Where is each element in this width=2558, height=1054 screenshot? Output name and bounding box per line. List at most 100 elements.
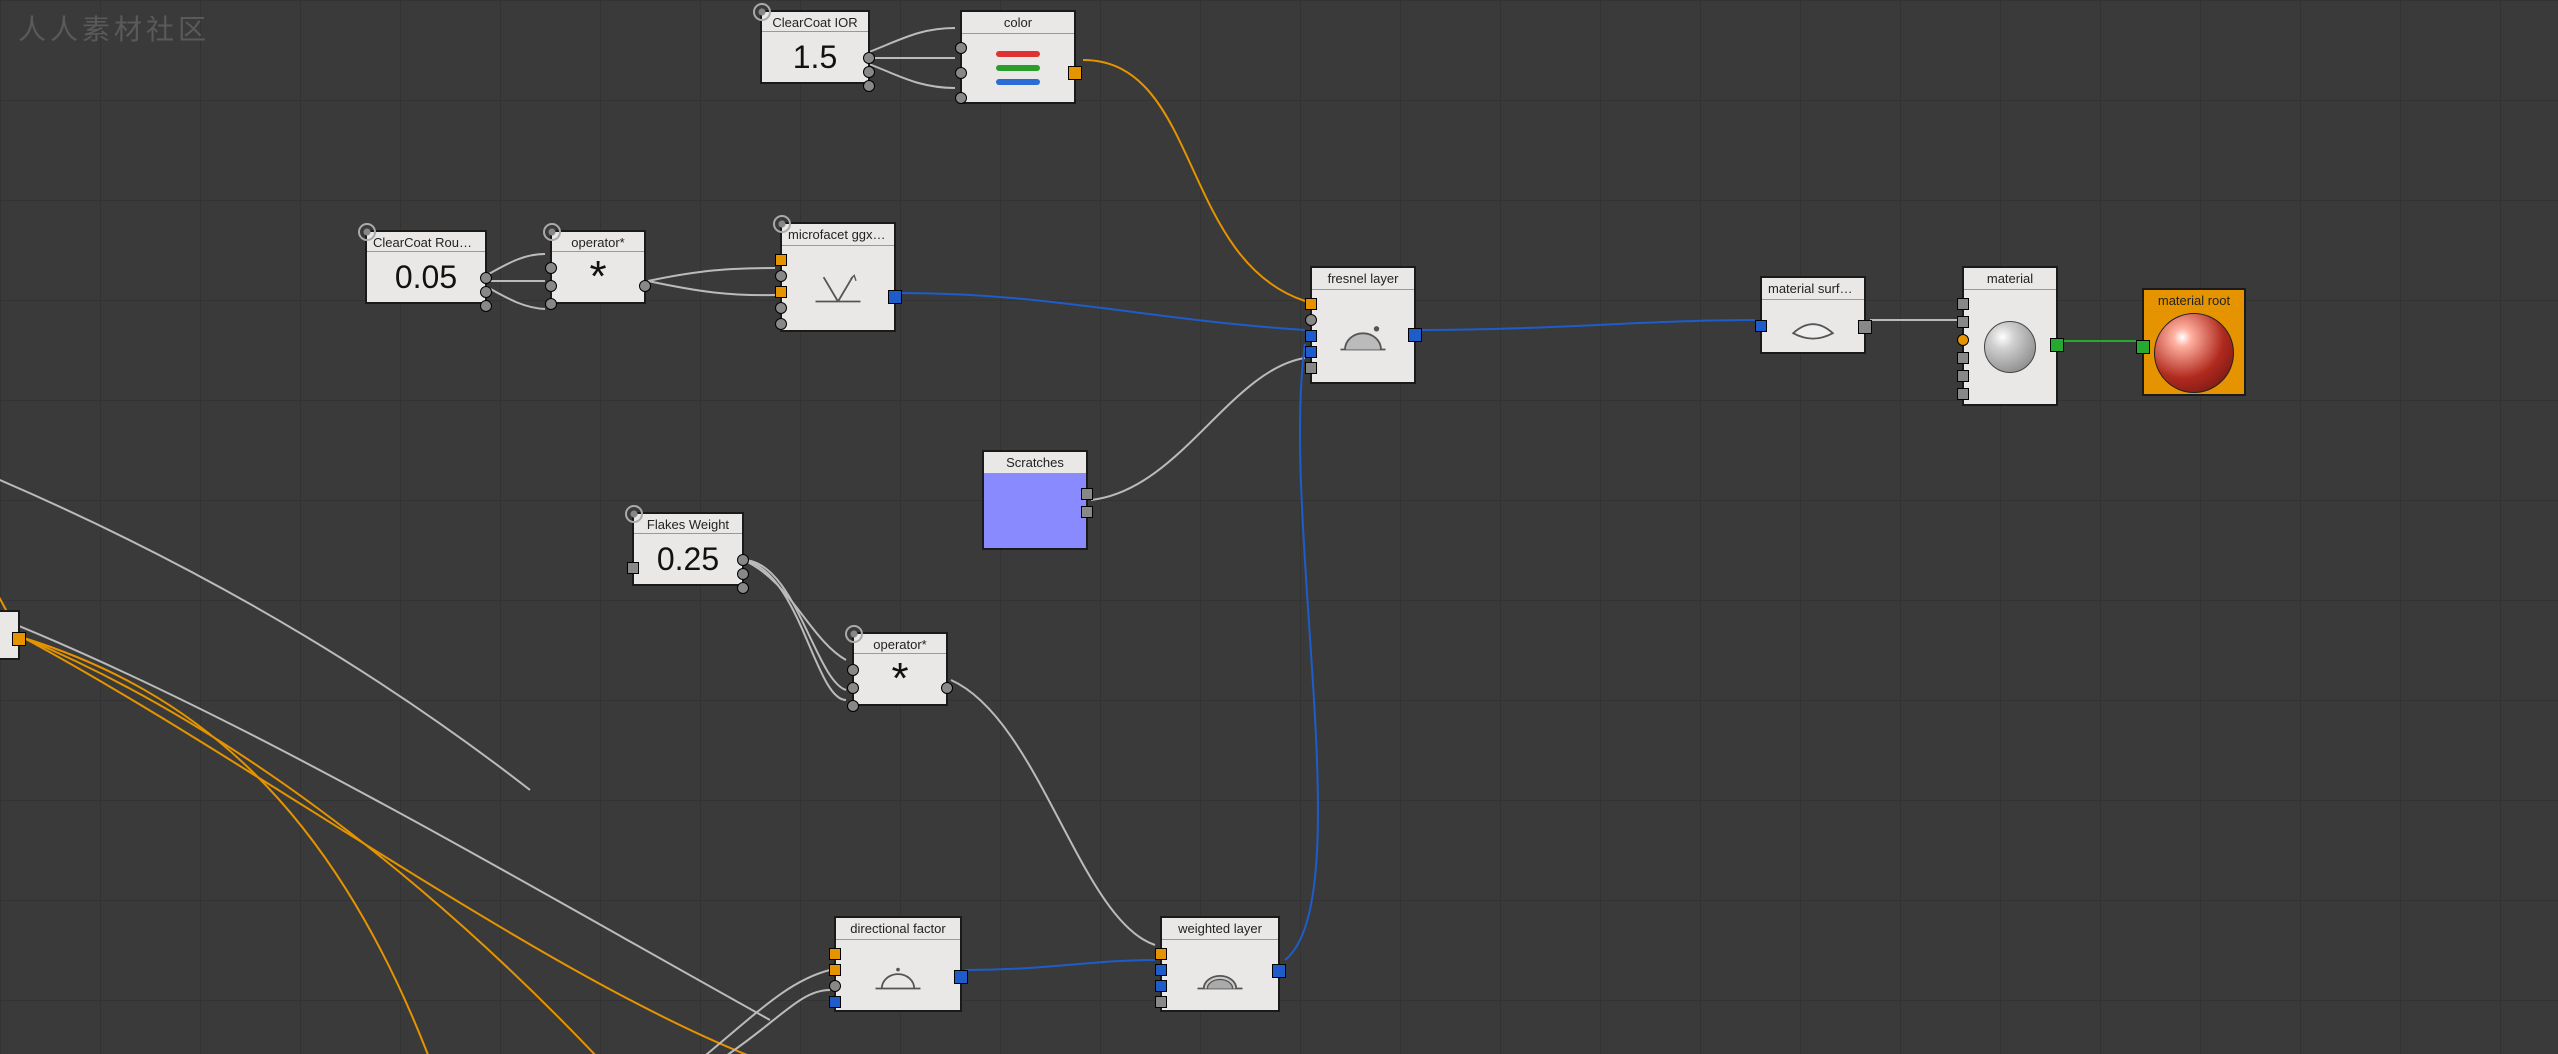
input-port[interactable] bbox=[775, 318, 787, 330]
input-port[interactable] bbox=[1155, 964, 1167, 976]
input-port[interactable] bbox=[829, 964, 841, 976]
output-port[interactable] bbox=[480, 272, 492, 284]
output-port[interactable] bbox=[863, 80, 875, 92]
input-port[interactable] bbox=[1155, 980, 1167, 992]
node-title: operator* bbox=[552, 232, 644, 252]
node-clearcoat-ior[interactable]: ClearCoat IOR 1.5 bbox=[760, 10, 870, 84]
node-title: operator* bbox=[854, 634, 946, 654]
output-port-material[interactable] bbox=[2050, 338, 2064, 352]
output-port[interactable] bbox=[1081, 488, 1093, 500]
output-port[interactable] bbox=[863, 66, 875, 78]
node-offscreen-left[interactable] bbox=[0, 610, 20, 660]
input-port[interactable] bbox=[627, 562, 639, 574]
input-port-material[interactable] bbox=[2136, 340, 2150, 354]
output-port-bsdf[interactable] bbox=[1408, 328, 1422, 342]
node-material-root[interactable]: material root bbox=[2142, 288, 2246, 396]
sphere-icon bbox=[1984, 321, 2036, 373]
directional-icon bbox=[871, 956, 925, 994]
input-port[interactable] bbox=[775, 270, 787, 282]
node-material-surface[interactable]: material surface bbox=[1760, 276, 1866, 354]
input-port[interactable] bbox=[1305, 314, 1317, 326]
color-sliders-icon bbox=[996, 49, 1040, 87]
input-port[interactable] bbox=[1155, 996, 1167, 1008]
node-microfacet-ggx[interactable]: microfacet ggx sm… bbox=[780, 222, 896, 332]
input-port[interactable] bbox=[545, 262, 557, 274]
weighted-layer-icon bbox=[1193, 956, 1247, 994]
watermark-text: 人人素材社区 bbox=[18, 8, 210, 48]
output-port[interactable] bbox=[1081, 506, 1093, 518]
input-port[interactable] bbox=[955, 92, 967, 104]
surface-icon bbox=[1786, 307, 1840, 345]
node-scratches[interactable]: Scratches bbox=[982, 450, 1088, 550]
input-port-color[interactable] bbox=[1305, 298, 1317, 310]
expand-icon[interactable] bbox=[845, 625, 863, 643]
input-port[interactable] bbox=[847, 682, 859, 694]
input-port[interactable] bbox=[1957, 370, 1969, 382]
input-port[interactable] bbox=[1957, 316, 1969, 328]
input-port[interactable] bbox=[829, 996, 841, 1008]
input-port-layer[interactable] bbox=[1305, 330, 1317, 342]
input-port[interactable] bbox=[829, 948, 841, 960]
expand-icon[interactable] bbox=[358, 223, 376, 241]
node-color[interactable]: color bbox=[960, 10, 1076, 104]
node-title: ClearCoat IOR bbox=[762, 12, 868, 32]
input-port[interactable] bbox=[775, 286, 787, 298]
node-material[interactable]: material bbox=[1962, 266, 2058, 406]
node-directional-factor[interactable]: directional factor bbox=[834, 916, 962, 1012]
node-title: material bbox=[1964, 268, 2056, 290]
output-port[interactable] bbox=[954, 970, 968, 984]
input-port[interactable] bbox=[955, 42, 967, 54]
output-port[interactable] bbox=[1858, 320, 1872, 334]
expand-icon[interactable] bbox=[625, 505, 643, 523]
input-port[interactable] bbox=[1155, 948, 1167, 960]
input-port[interactable] bbox=[1755, 320, 1767, 332]
node-title: fresnel layer bbox=[1312, 268, 1414, 290]
node-graph-canvas[interactable] bbox=[0, 0, 2558, 1054]
input-port[interactable] bbox=[847, 700, 859, 712]
node-operator-multiply-2[interactable]: operator* * bbox=[852, 632, 948, 706]
input-port[interactable] bbox=[1957, 352, 1969, 364]
input-port[interactable] bbox=[775, 254, 787, 266]
node-fresnel-layer[interactable]: fresnel layer bbox=[1310, 266, 1416, 384]
input-port[interactable] bbox=[829, 980, 841, 992]
output-port[interactable] bbox=[12, 632, 26, 646]
input-port[interactable] bbox=[1957, 298, 1969, 310]
expand-icon[interactable] bbox=[753, 3, 771, 21]
output-port-color[interactable] bbox=[1068, 66, 1082, 80]
expand-icon[interactable] bbox=[773, 215, 791, 233]
output-port[interactable] bbox=[737, 568, 749, 580]
input-port[interactable] bbox=[545, 298, 557, 310]
node-title: Scratches bbox=[984, 452, 1086, 474]
expand-icon[interactable] bbox=[543, 223, 561, 241]
normal-map-preview bbox=[984, 474, 1086, 548]
node-weighted-layer[interactable]: weighted layer bbox=[1160, 916, 1280, 1012]
node-operator-multiply-1[interactable]: operator* * bbox=[550, 230, 646, 304]
node-title: color bbox=[962, 12, 1074, 34]
input-port-base[interactable] bbox=[1305, 346, 1317, 358]
input-port[interactable] bbox=[775, 302, 787, 314]
input-port[interactable] bbox=[1957, 334, 1969, 346]
input-port[interactable] bbox=[1957, 388, 1969, 400]
node-title: weighted layer bbox=[1162, 918, 1278, 940]
node-value[interactable]: 0.25 bbox=[657, 541, 719, 578]
output-port[interactable] bbox=[1272, 964, 1286, 978]
output-port-bsdf[interactable] bbox=[888, 290, 902, 304]
output-port[interactable] bbox=[737, 554, 749, 566]
output-port[interactable] bbox=[480, 300, 492, 312]
node-clearcoat-roughness[interactable]: ClearCoat Roughn… 0.05 bbox=[365, 230, 487, 304]
input-port[interactable] bbox=[847, 664, 859, 676]
input-port-normal[interactable] bbox=[1305, 362, 1317, 374]
output-port[interactable] bbox=[639, 280, 651, 292]
output-port[interactable] bbox=[863, 52, 875, 64]
node-title: microfacet ggx sm… bbox=[782, 224, 894, 246]
input-port[interactable] bbox=[955, 67, 967, 79]
material-preview-icon bbox=[2154, 313, 2234, 393]
output-port[interactable] bbox=[737, 582, 749, 594]
node-flakes-weight[interactable]: Flakes Weight 0.25 bbox=[632, 512, 744, 586]
node-value[interactable]: 1.5 bbox=[793, 39, 837, 76]
output-port[interactable] bbox=[480, 286, 492, 298]
node-title: directional factor bbox=[836, 918, 960, 940]
node-value[interactable]: 0.05 bbox=[395, 259, 457, 296]
input-port[interactable] bbox=[545, 280, 557, 292]
output-port[interactable] bbox=[941, 682, 953, 694]
